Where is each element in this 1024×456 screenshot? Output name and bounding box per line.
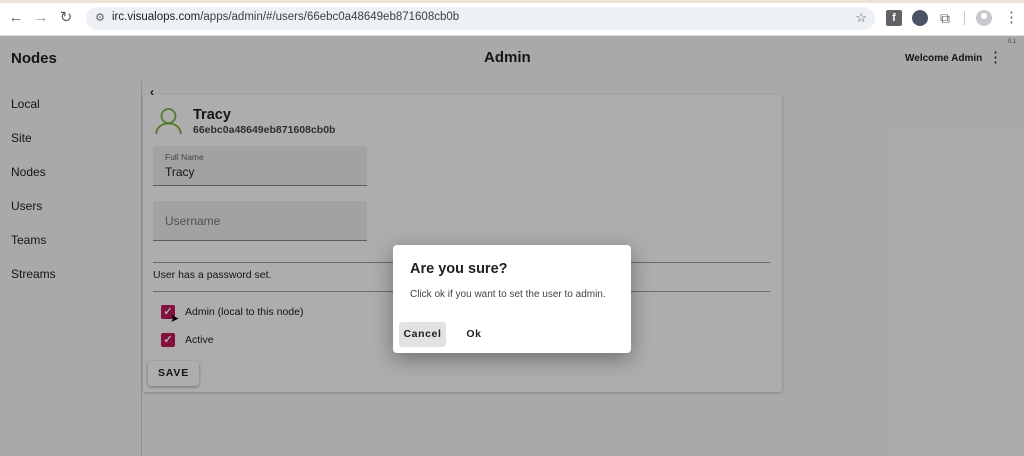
cancel-button[interactable]: Cancel	[399, 322, 446, 347]
bookmark-star-icon[interactable]: ☆	[855, 10, 867, 26]
dialog-title: Are you sure?	[410, 261, 508, 277]
browser-menu-icon[interactable]: ⋮	[1004, 9, 1019, 27]
reload-icon[interactable]: ↻	[57, 9, 75, 27]
ok-button[interactable]: Ok	[461, 322, 487, 347]
profile-avatar-icon[interactable]	[976, 10, 992, 26]
toolbar-separator	[964, 11, 965, 25]
url-text[interactable]: irc.visualops.com/apps/admin/#/users/66e…	[112, 11, 459, 23]
site-info-icon[interactable]: ⚙	[92, 10, 108, 26]
back-arrow-icon[interactable]: ←	[7, 9, 25, 27]
globe-extension-icon[interactable]	[912, 10, 928, 26]
address-bar[interactable]: ⚙ irc.visualops.com/apps/admin/#/users/6…	[86, 7, 875, 30]
url-path: /apps/admin/#/users/66ebc0a48649eb871608…	[200, 11, 460, 23]
forward-arrow-icon[interactable]: →	[32, 9, 50, 27]
browser-top-strip	[0, 0, 1024, 3]
url-host: irc.visualops.com	[112, 11, 201, 23]
extensions-puzzle-icon[interactable]: ⧉	[937, 10, 953, 26]
dialog-message: Click ok if you want to set the user to …	[410, 289, 606, 300]
browser-toolbar: ← → ↻ ⚙ irc.visualops.com/apps/admin/#/u…	[0, 0, 1024, 36]
facebook-extension-icon[interactable]: f	[886, 10, 902, 26]
confirm-dialog: Are you sure? Click ok if you want to se…	[393, 245, 631, 353]
